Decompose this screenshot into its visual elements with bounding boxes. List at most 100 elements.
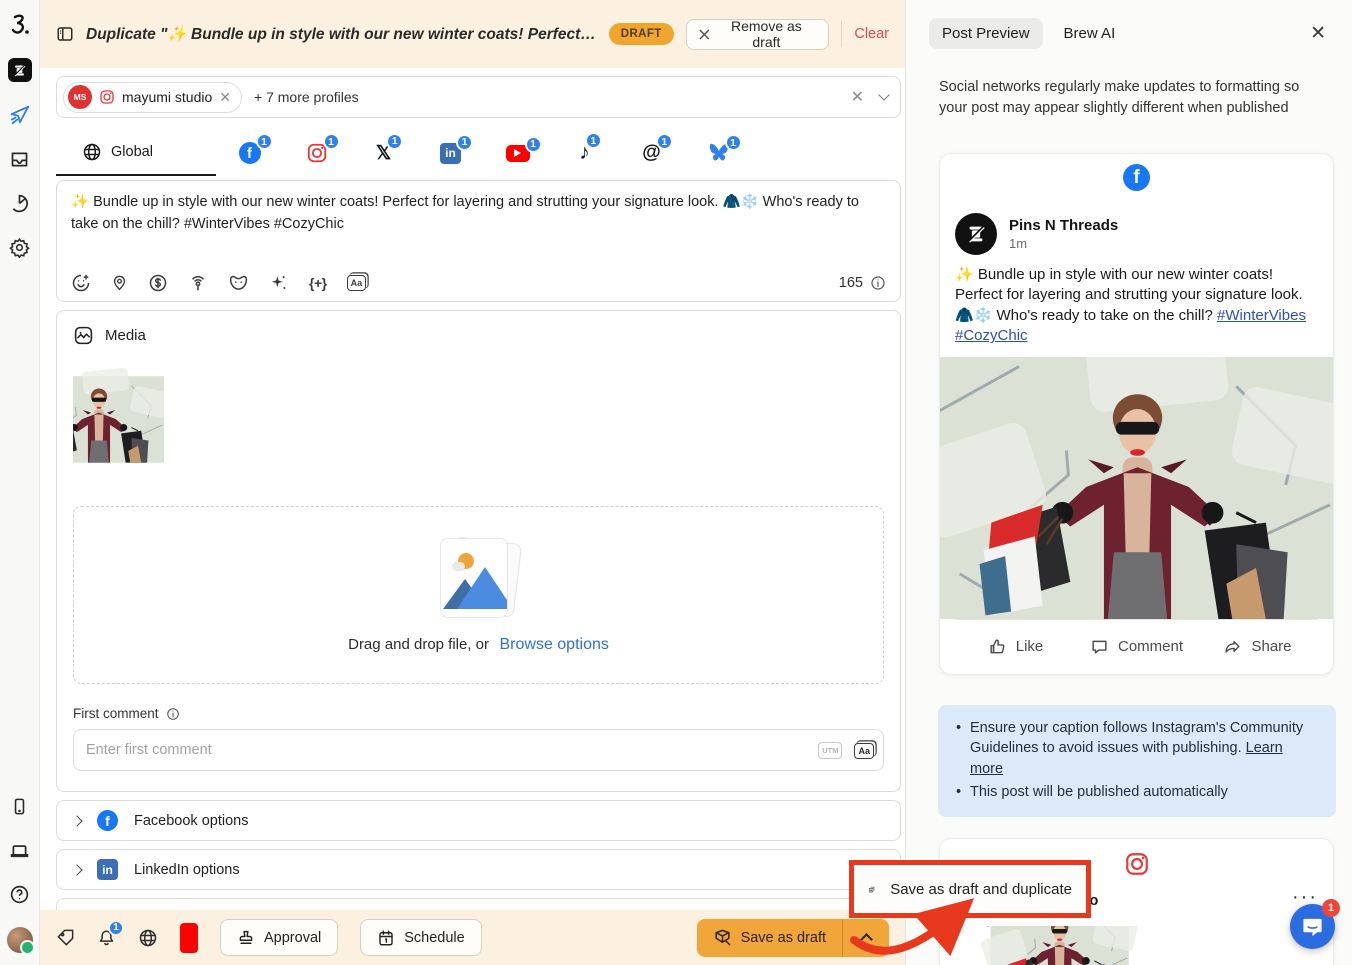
calendar-icon: [377, 929, 395, 947]
tab-threads[interactable]: @1: [618, 130, 685, 176]
app-window: Duplicate "✨ Bundle up in style with our…: [0, 0, 1352, 965]
like-button[interactable]: Like: [955, 620, 1076, 674]
media-section: Media Drag and drop file, or Browse opti…: [56, 310, 901, 792]
first-comment-info-icon[interactable]: [166, 707, 180, 721]
share-icon: [1223, 637, 1242, 656]
upload-illustration-icon: [440, 536, 518, 620]
notification-bell-icon[interactable]: 1: [97, 928, 116, 948]
globe-icon[interactable]: [138, 928, 158, 948]
monetization-icon[interactable]: [148, 273, 168, 293]
utm-icon[interactable]: UTM: [818, 742, 842, 759]
share-button[interactable]: Share: [1197, 620, 1318, 674]
globe-icon: [82, 142, 102, 162]
composer-footer: 1 Approval Schedule Save as draft: [40, 910, 905, 965]
instagram-icon: [99, 89, 115, 105]
remove-profile-icon[interactable]: ✕: [219, 89, 231, 106]
duplicate-icon: [868, 879, 875, 900]
broadcast-icon[interactable]: [188, 273, 208, 293]
dropzone-label: Drag and drop file, or: [348, 636, 489, 653]
labels-icon[interactable]: Aa: [347, 275, 367, 291]
first-comment-label: First comment: [73, 706, 159, 721]
clear-profiles-icon[interactable]: ✕: [851, 87, 864, 107]
tab-global[interactable]: Global: [56, 130, 216, 176]
tab-post-preview[interactable]: Post Preview: [929, 18, 1043, 49]
panel-toggle-icon[interactable]: [56, 25, 74, 43]
support-chat-button[interactable]: 1: [1290, 904, 1335, 949]
approval-button[interactable]: Approval: [220, 919, 338, 956]
tab-youtube[interactable]: 1: [484, 130, 551, 176]
profile-chip[interactable]: MS mayumi studio ✕: [63, 82, 242, 113]
comment-icon: [1090, 637, 1109, 656]
publishing-notes: Ensure your caption follows Instagram's …: [938, 705, 1336, 817]
instagram-logo-icon: [1124, 851, 1150, 877]
linkedin-options-accordion[interactable]: in LinkedIn options: [56, 849, 901, 890]
page-avatar: [955, 213, 997, 255]
chat-icon: [1301, 915, 1324, 938]
facebook-options-accordion[interactable]: f Facebook options: [56, 800, 901, 841]
hashtag-link[interactable]: #CozyChic: [955, 327, 1028, 344]
media-dropzone[interactable]: Drag and drop file, or Browse options: [73, 506, 884, 684]
chevron-right-icon: [71, 864, 82, 875]
chat-notification-badge: 1: [1322, 899, 1340, 917]
facebook-logo-icon: f: [1123, 164, 1150, 191]
help-icon[interactable]: [9, 883, 31, 905]
location-icon[interactable]: [111, 273, 128, 293]
schedule-button[interactable]: Schedule: [360, 919, 481, 956]
editor-toolbar: {+} Aa 165: [71, 273, 886, 293]
media-thumbnail[interactable]: [73, 358, 203, 486]
profile-name: mayumi studio: [122, 89, 212, 105]
settings-icon[interactable]: [9, 236, 31, 258]
workspace-avatar[interactable]: [8, 58, 32, 82]
variables-icon[interactable]: {+}: [309, 275, 327, 291]
preview-post-text: ✨ Bundle up in style with our new winter…: [955, 265, 1318, 347]
char-count-info-icon[interactable]: [870, 275, 886, 291]
post-editor[interactable]: ✨ Bundle up in style with our new winter…: [56, 180, 901, 302]
chevron-right-icon: [71, 815, 82, 826]
mobile-icon[interactable]: [9, 795, 31, 817]
note-item: Ensure your caption follows Instagram's …: [952, 718, 1318, 780]
save-as-draft-and-duplicate-option[interactable]: Save as draft and duplicate: [849, 860, 1091, 918]
tag-icon[interactable]: [56, 928, 75, 947]
app-logo-icon[interactable]: [9, 14, 31, 36]
save-as-draft-split-button: Save as draft: [697, 919, 889, 957]
comment-button[interactable]: Comment: [1076, 620, 1197, 674]
save-as-draft-button[interactable]: Save as draft: [697, 919, 842, 957]
composer-title: Duplicate "✨ Bundle up in style with our…: [86, 25, 597, 44]
sticker-icon[interactable]: [228, 274, 249, 292]
post-text[interactable]: ✨ Bundle up in style with our new winter…: [71, 191, 886, 255]
analytics-icon[interactable]: [9, 192, 31, 214]
page-name: Pins N Threads: [1009, 217, 1118, 234]
tab-instagram[interactable]: 1: [283, 130, 350, 176]
labels-icon[interactable]: Aa: [854, 741, 874, 759]
publish-icon[interactable]: [9, 104, 31, 126]
tab-x[interactable]: 𝕏1: [350, 130, 417, 176]
user-avatar[interactable]: [7, 927, 33, 953]
notification-badge: 1: [108, 920, 124, 936]
preview-disclaimer: Social networks regularly make updates t…: [939, 77, 1322, 119]
tab-facebook[interactable]: f1: [216, 130, 283, 176]
emoji-icon[interactable]: [71, 273, 91, 293]
close-panel-icon[interactable]: ✕: [1310, 24, 1326, 43]
tab-tiktok[interactable]: ♪1: [551, 130, 618, 176]
facebook-preview-card: f Pins N Threads 1m ✨ Bundle up in style…: [939, 153, 1334, 675]
facebook-icon: f: [97, 810, 118, 831]
tab-brew-ai[interactable]: Brew AI: [1051, 18, 1129, 49]
composer-header: Duplicate "✨ Bundle up in style with our…: [40, 0, 905, 68]
hashtag-link[interactable]: #WinterVibes: [1217, 307, 1306, 324]
tab-bluesky[interactable]: 1: [685, 130, 752, 176]
clear-button[interactable]: Clear: [854, 26, 889, 42]
draft-status-badge: DRAFT: [609, 23, 674, 45]
ai-assist-icon[interactable]: [269, 273, 289, 293]
desktop-icon[interactable]: [9, 839, 31, 861]
preview-panel: Post Preview Brew AI ✕ Social networks r…: [905, 0, 1352, 965]
note-item: This post will be published automaticall…: [952, 782, 1318, 803]
browse-options-link[interactable]: Browse options: [499, 636, 608, 653]
tab-linkedin[interactable]: in1: [417, 130, 484, 176]
remove-as-draft-button[interactable]: Remove as draft: [686, 19, 830, 50]
save-options-toggle[interactable]: [843, 919, 889, 957]
chevron-down-icon[interactable]: [878, 89, 889, 100]
first-comment-input[interactable]: [73, 729, 884, 771]
more-profiles-label[interactable]: + 7 more profiles: [254, 89, 359, 105]
color-label[interactable]: [180, 923, 198, 953]
inbox-icon[interactable]: [9, 148, 31, 170]
